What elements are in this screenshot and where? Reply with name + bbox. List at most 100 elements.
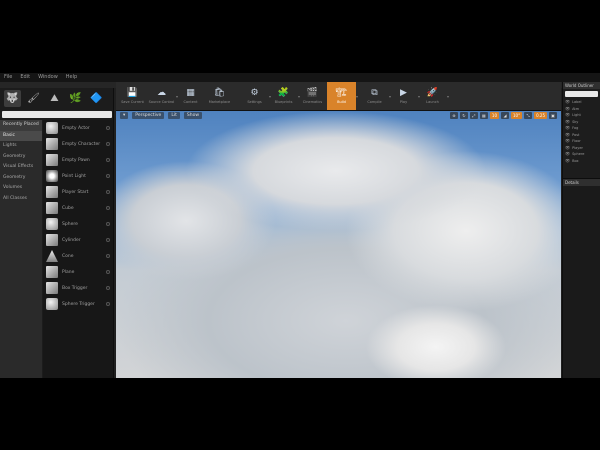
cinematics-icon: 🎬: [306, 88, 319, 98]
viewport-tool-chip[interactable]: 10°: [511, 112, 523, 119]
category-recently-placed[interactable]: Recently Placed: [0, 120, 42, 131]
visibility-eye-icon[interactable]: 👁: [565, 158, 570, 165]
info-icon[interactable]: [106, 302, 110, 306]
place-item[interactable]: Cone: [43, 248, 113, 264]
toolbar-label: Compile: [367, 100, 382, 104]
level-viewport[interactable]: ▾ Perspective Lit Show ⊕ ↻ ⤢ ▦ 10 ◢ 10° ⤡ 0.25 ▣: [116, 111, 561, 378]
cube-thumbnail-icon: [46, 266, 58, 278]
viewport-tool-chip[interactable]: ⤢: [469, 112, 478, 119]
info-icon[interactable]: [106, 286, 110, 290]
place-item[interactable]: Cylinder: [43, 232, 113, 248]
category-basic[interactable]: Basic: [0, 130, 42, 141]
toolbar-label: Settings: [247, 100, 262, 104]
cube-thumbnail-icon: [46, 234, 58, 246]
toolbar-label: Blueprints: [274, 100, 293, 104]
info-icon[interactable]: [106, 206, 110, 210]
settings-icon: ⚙: [250, 88, 259, 98]
info-icon[interactable]: [106, 126, 110, 130]
info-icon[interactable]: [106, 222, 110, 226]
marketplace-button[interactable]: 🛍 Marketplace: [205, 82, 234, 110]
viewport-tool-chip[interactable]: ▣: [549, 112, 557, 119]
category-geometry[interactable]: Geometry: [0, 152, 42, 163]
show-button[interactable]: Show: [183, 112, 203, 119]
lit-button[interactable]: Lit: [168, 112, 180, 119]
place-item[interactable]: Cube: [43, 200, 113, 216]
launch-icon: 🚀: [426, 88, 439, 98]
place-item-label: Sphere: [62, 221, 78, 227]
source-control-button[interactable]: ☁ Source Control ▾: [147, 82, 178, 110]
cinematics-button[interactable]: 🎬Cinematics▾: [298, 82, 329, 110]
viewport-tool-chip[interactable]: ⊕: [449, 112, 458, 119]
content-icon: ▦: [186, 88, 195, 98]
viewport-toolbar: ▾ Perspective Lit Show ⊕ ↻ ⤢ ▦ 10 ◢ 10° ⤡ 0.25 ▣: [116, 111, 561, 120]
place-item[interactable]: Empty Pawn: [43, 152, 113, 168]
sphere-thumbnail-icon: [46, 122, 58, 134]
viewport-tool-chip[interactable]: 10: [489, 112, 499, 119]
content-button[interactable]: ▦ Content: [176, 82, 205, 110]
toolbar-label: Build: [337, 100, 346, 104]
paint-mode-icon[interactable]: 🖌: [25, 90, 42, 107]
cube-thumbnail-icon: [46, 186, 58, 198]
category-volumes[interactable]: Volumes: [0, 183, 42, 194]
viewport-options-button[interactable]: ▾: [120, 112, 129, 119]
menu-item-file[interactable]: File: [4, 73, 12, 82]
place-item-label: Cylinder: [62, 237, 81, 243]
place-item[interactable]: Player Start: [43, 184, 113, 200]
place-item[interactable]: Sphere: [43, 216, 113, 232]
toolbar-label: Source Control: [148, 100, 175, 104]
info-icon[interactable]: [106, 158, 110, 162]
category-geometry[interactable]: Geometry: [0, 173, 42, 184]
settings-button[interactable]: ⚙ Settings ▾: [240, 82, 271, 110]
play-button[interactable]: ▶ Play ▾: [389, 82, 420, 110]
category-lights[interactable]: Lights: [0, 141, 42, 152]
landscape-mode-icon[interactable]: ⛰: [46, 90, 63, 107]
menu-item-window[interactable]: Window: [38, 73, 58, 82]
compile-button[interactable]: ⧉ Compile ▾: [360, 82, 391, 110]
info-icon[interactable]: [106, 174, 110, 178]
place-item[interactable]: Empty Actor: [43, 120, 113, 136]
place-item[interactable]: Empty Character: [43, 136, 113, 152]
source-control-icon: ☁: [157, 88, 166, 98]
search-classes-box[interactable]: [2, 111, 112, 128]
place-item[interactable]: Point Light: [43, 168, 113, 184]
viewport-tool-chip[interactable]: ⤡: [524, 112, 533, 119]
geometry-mode-icon[interactable]: 🔷: [88, 90, 105, 107]
place-item[interactable]: Box Trigger: [43, 280, 113, 296]
letterbox-bottom: [0, 378, 600, 450]
outliner-row[interactable]: 👁 Box: [563, 158, 600, 165]
info-icon[interactable]: [106, 270, 110, 274]
outliner-search-input[interactable]: [565, 91, 598, 97]
modes-panel: 🐺🖌⛰🌿🔷 Recently PlacedBasicLightsGeometry…: [0, 88, 114, 378]
menu-item-help[interactable]: Help: [66, 73, 77, 82]
viewport-tool-chip[interactable]: ◢: [501, 112, 509, 119]
launch-button[interactable]: 🚀 Launch ▾: [418, 82, 449, 110]
toolbar-label: Marketplace: [208, 100, 231, 104]
viewport-tool-chip[interactable]: 0.25: [534, 112, 547, 119]
category-visual-effects[interactable]: Visual Effects: [0, 162, 42, 173]
cone-thumbnail-icon: [46, 250, 58, 262]
place-mode-icon[interactable]: 🐺: [4, 90, 21, 107]
blueprints-button[interactable]: 🧩 Blueprints ▾: [269, 82, 300, 110]
build-button[interactable]: 🏗 Build ▾: [327, 82, 358, 110]
save-current-button[interactable]: 💾 Save Current: [118, 82, 147, 110]
perspective-button[interactable]: Perspective: [132, 112, 165, 119]
place-item[interactable]: Plane: [43, 264, 113, 280]
category-all-classes[interactable]: All Classes: [0, 194, 42, 205]
menu-item-edit[interactable]: Edit: [20, 73, 30, 82]
info-icon[interactable]: [106, 142, 110, 146]
place-item-label: Box Trigger: [62, 285, 88, 291]
chevron-down-icon[interactable]: ▾: [356, 94, 358, 99]
category-list: Recently Placed Basic Lights Geometry Visual…: [0, 120, 42, 378]
viewport-tool-chip[interactable]: ▦: [479, 112, 488, 119]
foliage-mode-icon[interactable]: 🌿: [67, 90, 84, 107]
info-icon[interactable]: [106, 190, 110, 194]
place-item[interactable]: Sphere Trigger: [43, 296, 113, 312]
viewport-tool-chip[interactable]: ↻: [459, 112, 468, 119]
blueprints-icon: 🧩: [277, 88, 290, 98]
info-icon[interactable]: [106, 238, 110, 242]
info-icon[interactable]: [106, 254, 110, 258]
details-title: Details: [563, 179, 600, 186]
sphere-thumbnail-icon: [46, 298, 58, 310]
editor-window: File Edit Window Help 🐺🖌⛰🌿🔷 Recently Placed…: [0, 73, 600, 378]
chevron-down-icon[interactable]: ▾: [447, 94, 449, 99]
